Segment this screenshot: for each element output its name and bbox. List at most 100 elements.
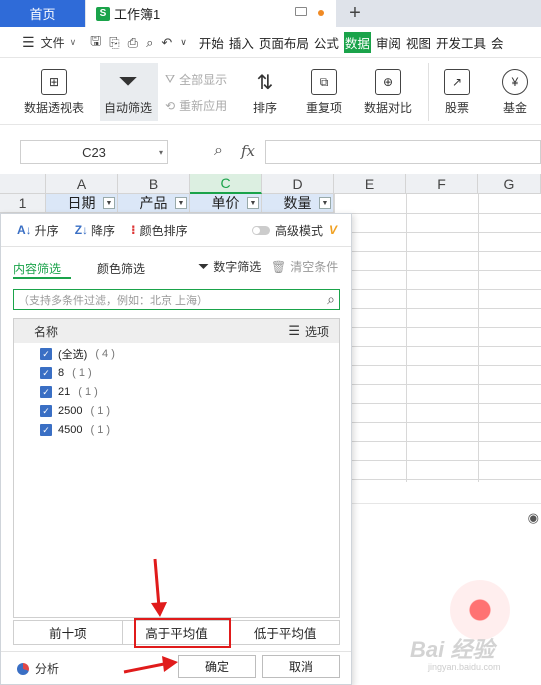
tab-color-filter[interactable]: 颜色筛选 [97,260,145,277]
show-all-button[interactable]: ⛛ 全部显示 [165,71,227,88]
checkbox-checked-icon[interactable]: ✓ [40,367,52,379]
reapply-button[interactable]: ⟲ 重新应用 [165,97,227,114]
grid-line [334,422,541,423]
duplicates-icon: ⧉ [311,69,337,95]
sort-color-button[interactable]: ⁝ 颜色排序 [131,222,188,239]
watermark-logo-icon [450,580,510,640]
zoom-icon[interactable]: ⌕ [214,142,223,160]
cancel-button[interactable]: 取消 [262,655,340,678]
eye-icon[interactable]: ◉ [528,510,539,526]
sort-label: 排序 [252,101,277,115]
col-header-g[interactable]: G [478,174,541,194]
col-header-b[interactable]: B [118,174,190,194]
col-header-e[interactable]: E [334,174,406,194]
fund-button[interactable]: ¥ 基金 [502,69,528,116]
menu-item-insert[interactable]: 插入 [229,33,254,52]
tab-content-filter[interactable]: 内容筛选 [13,260,61,277]
filter-dropdown-icon[interactable]: ▼ [319,197,331,209]
watermark: Bai 经验 jingyan.baidu.com [380,580,540,680]
export-icon[interactable]: ⎘ [109,35,119,51]
pivot-table-label: 数据透视表 [24,101,85,115]
header-cell-date[interactable]: 日期 ▼ [46,194,118,213]
advanced-mode-toggle[interactable]: 高级模式 V [251,222,337,239]
menu-item-review[interactable]: 审阅 [376,33,401,52]
col-header-f[interactable]: F [406,174,478,194]
monitor-icon[interactable] [295,7,307,16]
compare-icon: ⊕ [375,69,401,95]
more-icon[interactable]: ∨ [180,37,187,48]
stocks-label: 股票 [444,101,469,115]
list-item-count: ( 1 ) [72,367,92,379]
name-box[interactable]: C23 ▾ [20,140,168,164]
stocks-button[interactable]: ↗ 股票 [444,69,470,116]
autofilter-button[interactable]: ⏷ 自动筛选 [104,68,152,116]
tab-workbook[interactable]: S 工作簿1 [86,0,336,27]
col-header-a[interactable]: A [46,174,118,194]
clear-conditions-button[interactable]: 🗑 清空条件 [271,258,338,275]
header-cell-product[interactable]: 产品 ▼ [118,194,190,213]
top10-button[interactable]: 前十项 [14,621,123,644]
show-all-icon: ⛛ [165,72,176,86]
toggle-switch-icon [251,225,270,235]
checkbox-checked-icon[interactable]: ✓ [40,405,52,417]
number-filter-button[interactable]: ⏷ 数字筛选 [198,258,261,275]
print-icon[interactable]: ⎙ [128,35,138,51]
file-menu[interactable]: ☰ 文件 ∨ [22,34,76,51]
ok-button[interactable]: 确定 [178,655,256,678]
sort-asc-button[interactable]: A↓ 升序 [17,222,59,239]
fx-icon[interactable]: fx [241,142,255,160]
checkbox-checked-icon[interactable]: ✓ [40,424,52,436]
grid-line [334,327,541,328]
menu-item-developer[interactable]: 开发工具 [436,33,486,52]
col-header-d[interactable]: D [262,174,334,194]
sort-desc-button[interactable]: Z↓ 降序 [75,222,115,239]
list-item[interactable]: ✓ 8 ( 1 ) [40,364,92,382]
list-item[interactable]: ✓ 2500 ( 1 ) [40,402,110,420]
row-header-1[interactable]: 1 [0,194,46,213]
list-item-label: (全选) [58,349,88,361]
checkbox-checked-icon[interactable]: ✓ [40,348,52,360]
save-icon[interactable]: 🖫 [90,32,101,54]
filter-dropdown-icon[interactable]: ▼ [175,197,187,209]
sort-button[interactable]: ⇅ 排序 [252,69,278,116]
sort-desc-label: 降序 [91,223,116,238]
list-item[interactable]: ✓ 21 ( 1 ) [40,383,98,401]
checkbox-checked-icon[interactable]: ✓ [40,386,52,398]
menu-item-view[interactable]: 视图 [406,33,431,52]
filter-dropdown-icon[interactable]: ▼ [103,197,115,209]
list-item-label: 2500 [58,405,83,417]
col-header-c[interactable]: C [190,174,262,194]
pie-chart-icon [17,662,29,675]
select-all-corner[interactable] [0,174,46,194]
menu-item-page-layout[interactable]: 页面布局 [259,33,309,52]
filter-search-input[interactable]: （支持多条件过滤，例如：北京 上海） ⌕ [13,289,340,310]
tab-home[interactable]: 首页 [0,0,85,27]
grid-line [334,289,541,290]
menu-item-data[interactable]: 数据 [343,32,371,53]
add-tab-button[interactable]: + [344,2,366,24]
chevron-down-icon: ∨ [69,37,77,47]
pivot-table-button[interactable]: ⊞ 数据透视表 [24,69,84,116]
watermark-subtext: jingyan.baidu.com [428,662,501,672]
quick-access-toolbar: 🖫 ⎘ ⎙ ⌕ ↶ ∨ [90,32,187,54]
list-item[interactable]: ✓ (全选) ( 4 ) [40,345,115,363]
chevron-down-icon: ▾ [158,147,163,157]
preview-icon[interactable]: ⌕ [146,35,153,51]
header-cell-price[interactable]: 单价 ▼ [190,194,262,213]
menu-item-formula[interactable]: 公式 [314,33,339,52]
analyze-button[interactable]: 分析 [17,660,59,677]
search-icon[interactable]: ⌕ [327,291,335,308]
list-item[interactable]: ✓ 4500 ( 1 ) [40,421,110,439]
fund-icon: ¥ [502,69,528,95]
duplicates-button[interactable]: ⧉ 重复项 [306,69,342,116]
options-button[interactable]: ☰ 选项 [288,323,329,340]
header-cell-quantity[interactable]: 数量 ▼ [262,194,334,213]
spreadsheet-icon: S [96,6,110,21]
compare-button[interactable]: ⊕ 数据对比 [364,69,412,116]
filter-dropdown-icon[interactable]: ▼ [247,197,259,209]
menu-item-home[interactable]: 开始 [199,33,224,52]
menu-item-member[interactable]: 会 [491,33,504,52]
undo-icon[interactable]: ↶ [161,35,172,51]
formula-input[interactable] [265,140,541,164]
below-average-button[interactable]: 低于平均值 [231,621,339,644]
